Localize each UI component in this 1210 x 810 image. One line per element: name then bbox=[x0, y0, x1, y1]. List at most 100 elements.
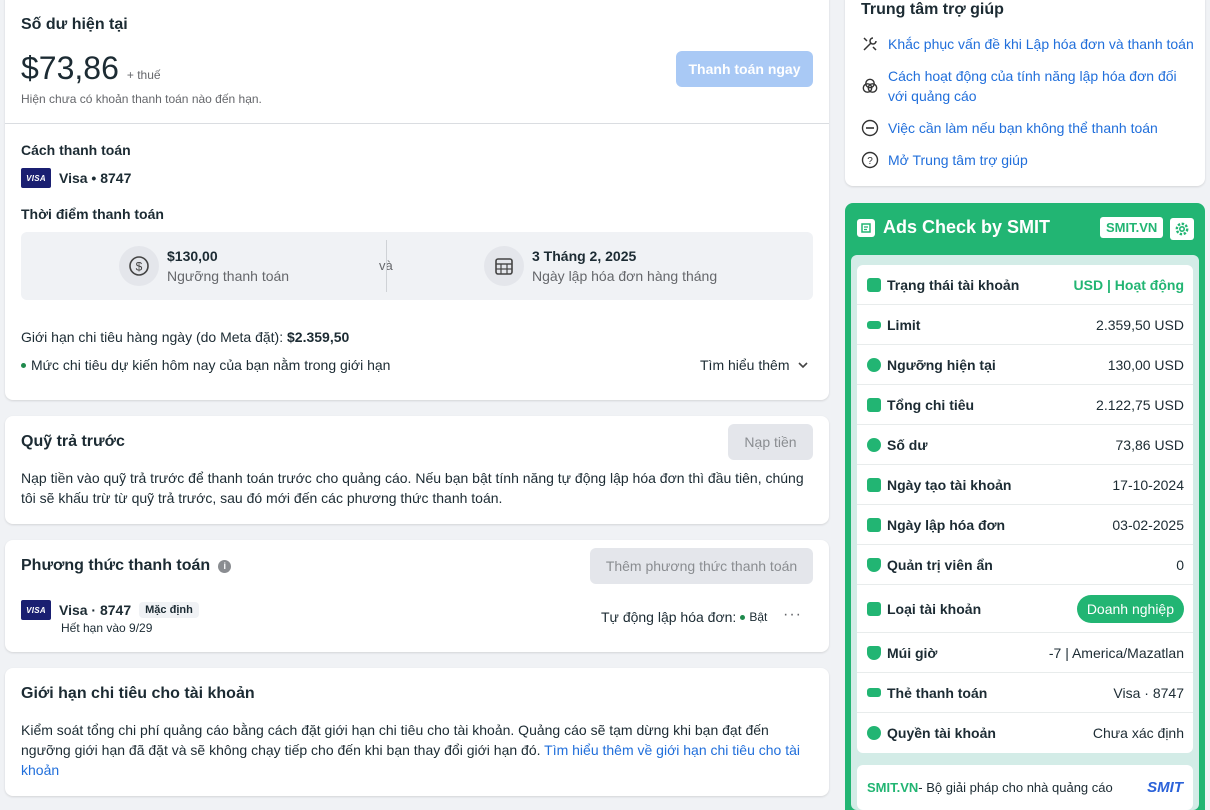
help-link-how-billing-works[interactable]: Cách hoạt động của tính năng lập hóa đơn… bbox=[861, 66, 1181, 106]
auto-billing-value: Bật bbox=[749, 610, 768, 624]
row-label: Số dư bbox=[887, 436, 928, 453]
prepaid-card: Quỹ trả trước Nạp tiền Nạp tiền vào quỹ … bbox=[5, 416, 829, 524]
smit-ads-check-panel: Ads Check by SMIT SMIT.VN Trạng thái tài… bbox=[845, 203, 1205, 810]
venn-icon bbox=[862, 78, 878, 93]
row-label: Ngưỡng hiện tại bbox=[887, 356, 996, 373]
row-value: USD | Hoạt động bbox=[1073, 276, 1184, 293]
smit-row-total-spend: Tổng chi tiêu 2.122,75 USD bbox=[857, 385, 1193, 425]
smit-row-payment-card: Thẻ thanh toán Visa · 8747 bbox=[857, 673, 1193, 713]
question-icon: ? bbox=[861, 151, 879, 169]
prepaid-title: Quỹ trả trước bbox=[21, 433, 125, 450]
daily-limit-text: Giới hạn chi tiêu hàng ngày (do Meta đặt… bbox=[21, 329, 287, 345]
payment-methods-header: Phương thức thanh toán i bbox=[21, 557, 232, 575]
row-label: Limit bbox=[887, 316, 921, 333]
balance-title: Số dư hiện tại bbox=[21, 16, 128, 33]
smit-row-account-type: Loại tài khoản Doanh nghiệp bbox=[857, 585, 1193, 633]
row-value: 17-10-2024 bbox=[1112, 476, 1184, 493]
balance-card: Số dư hiện tại $73,86 + thuế Hiện chưa c… bbox=[5, 0, 829, 400]
smit-row-permissions: Quyền tài khoản Chưa xác định bbox=[857, 713, 1193, 753]
calendar-icon bbox=[867, 477, 881, 492]
limit-icon bbox=[867, 320, 881, 329]
row-value: 73,86 USD bbox=[1115, 436, 1184, 453]
card-icon bbox=[867, 688, 881, 697]
smit-row-limit: Limit 2.359,50 USD bbox=[857, 305, 1193, 345]
divider bbox=[5, 123, 829, 124]
smit-row-timezone: Múi giờ -7 | America/Mazatlan bbox=[857, 633, 1193, 673]
payment-methods-card: Phương thức thanh toán i Thêm phương thứ… bbox=[5, 540, 829, 652]
payment-method-item[interactable]: VISA Visa · 8747 Mặc định bbox=[21, 600, 199, 620]
help-link-troubleshoot[interactable]: Khắc phục vấn đề khi Lập hóa đơn và than… bbox=[861, 34, 1201, 54]
payment-method-value: Visa • 8747 bbox=[59, 170, 132, 186]
user-icon bbox=[867, 601, 881, 616]
payment-time-label: Thời điểm thanh toán bbox=[21, 206, 164, 222]
dollar-icon bbox=[867, 437, 881, 452]
smit-header: Ads Check by SMIT bbox=[857, 217, 1050, 238]
spend-limit-description-block: Kiểm soát tổng chi phí quảng cáo bằng cá… bbox=[21, 720, 811, 780]
spend-limit-title: Giới hạn chi tiêu cho tài khoản bbox=[21, 685, 255, 702]
learn-more-toggle[interactable]: Tìm hiểu thêm bbox=[700, 357, 809, 373]
smit-logo-icon bbox=[857, 218, 875, 237]
help-center-card: Trung tâm trợ giúp Khắc phục vấn đề khi … bbox=[845, 0, 1205, 186]
card-label: Visa · 8747 bbox=[59, 602, 132, 618]
svg-text:$: $ bbox=[136, 260, 143, 274]
smit-row-threshold: Ngưỡng hiện tại 130,00 USD bbox=[857, 345, 1193, 385]
payment-methods-title: Phương thức thanh toán bbox=[21, 557, 211, 574]
row-label: Ngày tạo tài khoản bbox=[887, 476, 1012, 493]
minus-circle-icon bbox=[861, 119, 879, 137]
settings-gear-icon[interactable] bbox=[1170, 218, 1194, 240]
calendar-icon bbox=[867, 517, 881, 532]
threshold-icon bbox=[867, 357, 881, 372]
daily-limit-value: $2.359,50 bbox=[287, 329, 350, 345]
balance-subtitle: Hiện chưa có khoản thanh toán nào đến hạ… bbox=[21, 92, 262, 106]
row-value: 2.122,75 USD bbox=[1096, 396, 1184, 413]
card-expiry: Hết hạn vào 9/29 bbox=[61, 621, 153, 635]
help-link-label: Cách hoạt động của tính năng lập hóa đơn… bbox=[888, 68, 1177, 104]
smit-row-hidden-admins: Quản trị viên ẩn 0 bbox=[857, 545, 1193, 585]
chevron-down-icon bbox=[798, 362, 809, 369]
auto-billing-status: Tự động lập hóa đơn: Bật bbox=[601, 609, 767, 625]
smit-row-created-date: Ngày tạo tài khoản 17-10-2024 bbox=[857, 465, 1193, 505]
help-link-label: Việc cần làm nếu bạn không thể thanh toá… bbox=[888, 120, 1158, 136]
wrench-icon bbox=[863, 37, 877, 51]
row-label: Trạng thái tài khoản bbox=[887, 276, 1020, 293]
shield-icon bbox=[867, 645, 881, 660]
smit-info-table: Trạng thái tài khoản USD | Hoạt động Lim… bbox=[857, 265, 1193, 753]
row-label: Thẻ thanh toán bbox=[887, 684, 988, 701]
help-link-label: Khắc phục vấn đề khi Lập hóa đơn và than… bbox=[888, 36, 1194, 52]
threshold-label: Ngưỡng thanh toán bbox=[167, 268, 290, 284]
vertical-divider bbox=[386, 240, 387, 292]
row-label: Tổng chi tiêu bbox=[887, 396, 975, 413]
smit-row-status: Trạng thái tài khoản USD | Hoạt động bbox=[857, 265, 1193, 305]
help-link-open-help-center[interactable]: ? Mở Trung tâm trợ giúp bbox=[861, 150, 1201, 170]
row-label: Múi giờ bbox=[887, 644, 938, 661]
forecast-text: Mức chi tiêu dự kiến hôm nay của bạn nằm… bbox=[31, 357, 391, 373]
smit-brand-tag[interactable]: SMIT.VN bbox=[1100, 217, 1164, 238]
info-icon[interactable]: i bbox=[218, 559, 232, 573]
balance-amount-row: $73,86 + thuế bbox=[21, 50, 161, 87]
smit-row-balance: Số dư 73,86 USD bbox=[857, 425, 1193, 465]
footer-brand[interactable]: SMIT.VN bbox=[867, 780, 918, 795]
svg-text:?: ? bbox=[867, 156, 873, 167]
row-label: Ngày lập hóa đơn bbox=[887, 516, 1006, 533]
smit-footer: SMIT.VN - Bộ giải pháp cho nhà quảng cáo… bbox=[857, 765, 1193, 810]
payment-method-label: Cách thanh toán bbox=[21, 142, 131, 158]
row-value: 2.359,50 USD bbox=[1096, 316, 1184, 333]
row-value: 03-02-2025 bbox=[1112, 516, 1184, 533]
auto-billing-label: Tự động lập hóa đơn: bbox=[601, 609, 737, 625]
help-link-label: Mở Trung tâm trợ giúp bbox=[888, 152, 1028, 168]
visa-logo: VISA bbox=[21, 600, 51, 620]
row-value: 130,00 USD bbox=[1107, 356, 1184, 373]
row-value: 0 bbox=[1176, 556, 1184, 573]
help-link-cannot-pay[interactable]: Việc cần làm nếu bạn không thể thanh toá… bbox=[861, 118, 1201, 138]
top-up-button[interactable]: Nạp tiền bbox=[728, 424, 813, 460]
account-type-badge: Doanh nghiệp bbox=[1076, 594, 1184, 623]
smit-title: Ads Check by SMIT bbox=[883, 217, 1051, 237]
forecast-row: Mức chi tiêu dự kiến hôm nay của bạn nằm… bbox=[21, 357, 390, 373]
add-payment-method-button[interactable]: Thêm phương thức thanh toán bbox=[590, 548, 813, 584]
more-options-icon[interactable]: ··· bbox=[783, 606, 802, 624]
payment-method-row: VISA Visa • 8747 bbox=[21, 168, 131, 188]
row-label: Loại tài khoản bbox=[887, 600, 982, 617]
shield-icon bbox=[867, 557, 881, 572]
pay-now-button[interactable]: Thanh toán ngay bbox=[676, 51, 813, 87]
wallet-icon bbox=[867, 397, 881, 412]
